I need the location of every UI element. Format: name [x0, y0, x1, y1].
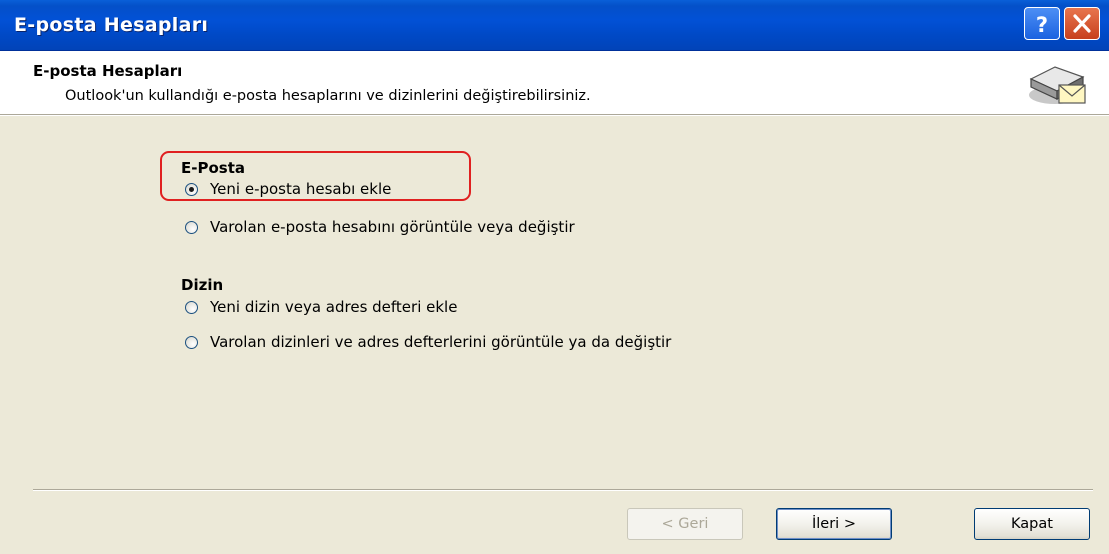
- mail-server-icon: [1029, 66, 1086, 104]
- title-bar[interactable]: E-posta Hesapları ?: [0, 0, 1109, 51]
- footer-separator: [33, 489, 1093, 491]
- header-description: Outlook'un kullandığı e-posta hesapların…: [65, 88, 591, 104]
- radio-label: Yeni dizin veya adres defteri ekle: [210, 298, 458, 316]
- directory-group-label: Dizin: [181, 276, 224, 294]
- radio-label: Yeni e-posta hesabı ekle: [210, 180, 392, 198]
- header-title: E-posta Hesapları: [33, 62, 183, 80]
- radio-new-email-account[interactable]: Yeni e-posta hesabı ekle: [185, 180, 391, 198]
- radio-button[interactable]: [185, 335, 198, 349]
- window-title: E-posta Hesapları: [14, 14, 209, 36]
- help-button[interactable]: ?: [1024, 7, 1060, 40]
- svg-text:?: ?: [1036, 13, 1048, 37]
- email-accounts-dialog: E-posta Hesapları ? E-posta Hesapları Ou…: [0, 0, 1109, 554]
- header-separator: [0, 114, 1109, 116]
- radio-button[interactable]: [185, 300, 198, 314]
- close-icon: [1073, 14, 1091, 33]
- next-button[interactable]: İleri >: [776, 508, 892, 540]
- radio-label: Varolan dizinleri ve adres defterlerini …: [210, 333, 672, 351]
- header-panel: E-posta Hesapları Outlook'un kullandığı …: [0, 51, 1109, 114]
- radio-view-email-accounts[interactable]: Varolan e-posta hesabını görüntüle veya …: [185, 218, 575, 236]
- close-window-button[interactable]: [1064, 7, 1100, 40]
- radio-view-directories[interactable]: Varolan dizinleri ve adres defterlerini …: [185, 333, 671, 351]
- email-group-label: E-Posta: [181, 159, 245, 177]
- question-mark-icon: ?: [1036, 13, 1048, 37]
- radio-new-directory[interactable]: Yeni dizin veya adres defteri ekle: [185, 298, 457, 316]
- radio-button-selected[interactable]: [185, 182, 198, 196]
- close-button[interactable]: Kapat: [974, 508, 1090, 540]
- radio-label: Varolan e-posta hesabını görüntüle veya …: [210, 218, 575, 236]
- radio-button[interactable]: [185, 220, 198, 234]
- back-button[interactable]: < Geri: [627, 508, 743, 540]
